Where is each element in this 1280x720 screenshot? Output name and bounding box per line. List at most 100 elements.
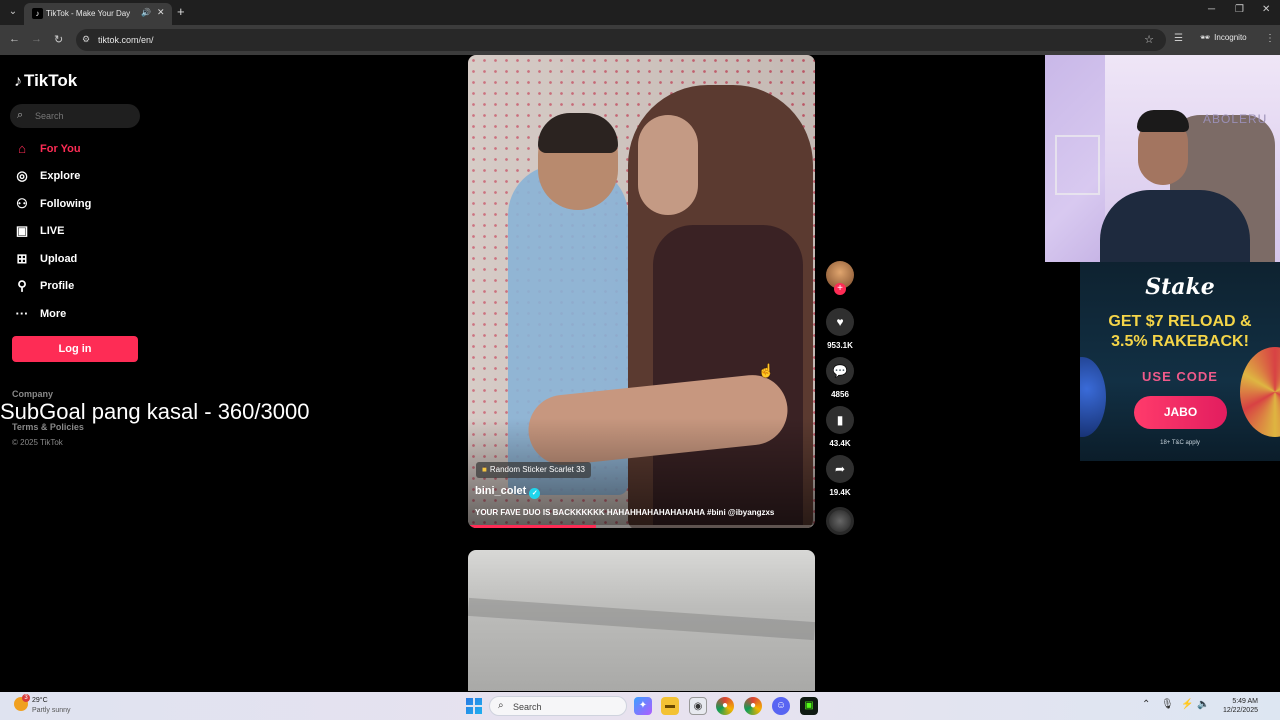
footer-company-link[interactable]: Company [12, 389, 53, 399]
tray-chevron-up-icon[interactable]: ⌃ [1142, 699, 1150, 710]
browser-tabbar: ⌄ ♪ TikTok - Make Your Day 🔊 ✕ + ─ ❐ ✕ [0, 0, 1280, 25]
login-button[interactable]: Log in [12, 336, 138, 362]
nav-label: Explore [40, 170, 81, 182]
share-button[interactable]: ➦ [826, 455, 854, 483]
chrome-incognito-icon[interactable]: ◉ [689, 697, 707, 715]
ad-promo-code: JABO [1134, 396, 1227, 429]
webcam-person-body [1100, 190, 1250, 262]
effect-tag-label: Random Sticker Scarlet 33 [489, 465, 585, 474]
tiktok-note-icon: ♪ [14, 73, 22, 90]
url-text: tiktok.com/en/ [98, 35, 154, 45]
following-icon: ⚇ [16, 196, 28, 211]
copyright-text: © 2025 TikTok [12, 438, 63, 447]
volume-icon[interactable]: 🔈 [1197, 699, 1209, 710]
chrome-icon[interactable]: ● [716, 697, 734, 715]
clock-time: 5:49 AM [1232, 698, 1258, 705]
site-info-icon[interactable]: ⚙ [82, 34, 90, 45]
effect-icon: ■ [482, 465, 487, 474]
like-button[interactable]: ♥ [826, 308, 854, 336]
copilot-icon[interactable]: ✦ [634, 697, 652, 715]
windows-taskbar: 3 29°C Partly sunny ⌕ Search ✦ ▬ ◉ ● ● ☺… [0, 692, 1280, 720]
author-name: bini_colet [475, 485, 527, 497]
chrome-profile-icon[interactable]: ● [744, 697, 762, 715]
tiktok-logo[interactable]: ♪ TikTok [14, 71, 77, 91]
tab-search-chevron-icon[interactable]: ⌄ [5, 4, 21, 20]
network-icon[interactable]: ⚡ [1181, 699, 1193, 710]
browser-tab-tiktok[interactable]: ♪ TikTok - Make Your Day 🔊 ✕ [24, 3, 172, 25]
file-explorer-icon[interactable]: ▬ [661, 697, 679, 715]
follow-plus-icon[interactable]: + [834, 283, 846, 295]
effect-tag[interactable]: ■ Random Sticker Scarlet 33 [476, 462, 591, 478]
browser-toolbar: ← → ↻ ⚙ tiktok.com/en/ ☆ ☰ ⋮ [0, 25, 1280, 55]
new-tab-button[interactable]: + [177, 4, 185, 19]
share-count: 19.4K [829, 488, 851, 497]
minimize-window-icon[interactable]: ─ [1208, 4, 1215, 15]
taskbar-search-placeholder: Search [513, 702, 542, 712]
comment-button[interactable]: 💬 [826, 357, 854, 385]
reload-icon[interactable]: ↻ [54, 33, 63, 46]
forward-arrow-icon[interactable]: → [31, 33, 42, 45]
discord-icon[interactable]: ☺ [772, 697, 790, 715]
incognito-indicator[interactable]: 🕶 Incognito [1200, 33, 1247, 42]
bookmark-star-icon[interactable]: ☆ [1144, 33, 1154, 46]
nav-label: Following [40, 198, 92, 210]
nav-label: LIVE [40, 225, 65, 237]
back-arrow-icon[interactable]: ← [9, 33, 20, 45]
search-icon: ⌕ [498, 700, 504, 711]
search-icon: ⌕ [17, 109, 24, 121]
taskbar-search-input[interactable]: ⌕ Search [489, 696, 627, 716]
streamer-webcam: ABOLERU [1045, 55, 1280, 262]
save-count: 43.4K [829, 439, 851, 448]
comment-icon: 💬 [832, 364, 848, 378]
tab-close-icon[interactable]: ✕ [157, 7, 165, 18]
save-button[interactable]: ▮ [826, 406, 854, 434]
search-input[interactable]: ⌕ Search [10, 104, 140, 128]
video-author[interactable]: bini_colet ✓ [475, 485, 541, 499]
webcam-wall-sign: ABOLERU [1203, 112, 1268, 126]
webcam-fan-icon [1055, 135, 1100, 195]
heart-icon: ♥ [836, 315, 844, 329]
home-icon: ⌂ [18, 141, 26, 156]
live-icon: ▣ [15, 223, 29, 238]
address-bar[interactable]: ⚙ tiktok.com/en/ ☆ [76, 29, 1166, 51]
weather-badge: 3 [22, 694, 30, 702]
webcam-person-hair [1137, 110, 1189, 132]
taskbar-clock[interactable]: 5:49 AM 12/22/2025 [1214, 697, 1258, 715]
video-progress-bar[interactable] [468, 525, 815, 528]
stream-subgoal-overlay: SubGoal pang kasal - 360/3000 [0, 399, 310, 424]
ad-headline-line-2: 3.5% RAKEBACK! [1111, 333, 1249, 350]
windows-start-icon[interactable] [466, 698, 482, 714]
bookmark-icon: ▮ [836, 413, 844, 427]
mouse-cursor-icon: ☝ [758, 363, 775, 378]
video-caption: YOUR FAVE DUO IS BACKKKKKK HAHAHHAHAHAHA… [475, 508, 775, 517]
nav-label: Profile [40, 280, 75, 292]
browser-menu-icon[interactable]: ⋮ [1265, 33, 1275, 44]
search-placeholder: Search [35, 111, 64, 121]
verified-badge-icon: ✓ [529, 488, 541, 499]
music-disc-icon[interactable] [826, 507, 854, 535]
microphone-icon[interactable]: 🎙 [1161, 699, 1174, 710]
stream-app-icon[interactable]: ▣ [800, 697, 818, 715]
share-arrow-icon: ➦ [834, 462, 846, 476]
next-video-player[interactable] [468, 550, 815, 691]
ad-headline: GET $7 RELOAD & 3.5% RAKEBACK! [1080, 312, 1280, 352]
like-count: 953.1K [827, 341, 853, 350]
video-figure-woman-face [638, 115, 698, 215]
profile-icon: ⚲ [17, 278, 27, 293]
logo-text: TikTok [24, 71, 78, 90]
restore-window-icon[interactable]: ❐ [1235, 4, 1244, 15]
more-icon: ··· [15, 306, 29, 321]
tiktok-favicon-icon: ♪ [32, 8, 43, 19]
close-window-icon[interactable]: ✕ [1262, 4, 1270, 15]
incognito-label: Incognito [1214, 33, 1247, 42]
tab-title: TikTok - Make Your Day [46, 9, 131, 18]
upload-icon: ⊞ [16, 251, 28, 266]
ad-brand: Stake [1145, 274, 1215, 300]
ad-terms: 18+ T&C apply [1160, 440, 1200, 446]
ad-wheel-graphic [1240, 347, 1280, 437]
media-control-icon[interactable]: ☰ [1174, 33, 1183, 44]
video-player[interactable]: ■ Random Sticker Scarlet 33 bini_colet ✓ Y… [468, 55, 815, 528]
nav-label: For You [40, 143, 81, 155]
tab-audio-icon[interactable]: 🔊 [141, 8, 151, 17]
weather-condition: Partly sunny [32, 707, 71, 714]
